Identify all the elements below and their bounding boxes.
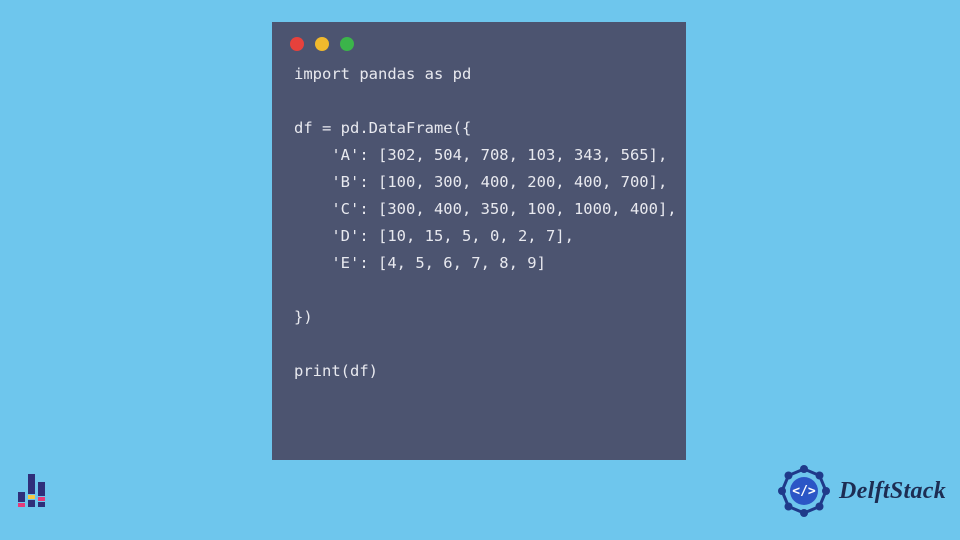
logo-right: </> DelftStack [775, 462, 946, 520]
logo-left [15, 468, 57, 515]
close-icon [290, 37, 304, 51]
delftstack-icon: </> [775, 462, 833, 520]
canvas: import pandas as pd df = pd.DataFrame({ … [0, 0, 960, 540]
maximize-icon [340, 37, 354, 51]
code-body: import pandas as pd df = pd.DataFrame({ … [272, 55, 686, 399]
brand-text: DelftStack [839, 478, 946, 505]
code-window: import pandas as pd df = pd.DataFrame({ … [272, 22, 686, 460]
svg-text:</>: </> [792, 484, 816, 499]
bars-icon [15, 468, 57, 510]
minimize-icon [315, 37, 329, 51]
window-titlebar [272, 22, 686, 55]
